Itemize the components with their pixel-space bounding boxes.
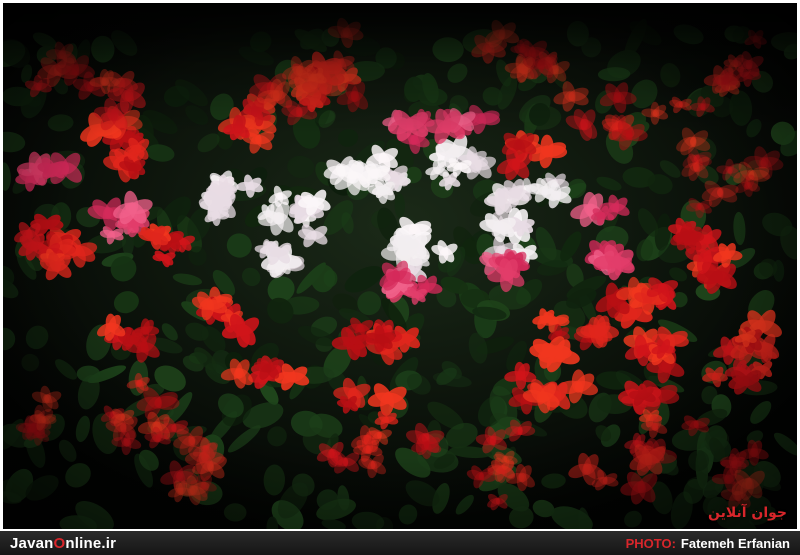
cyclamen-flowerbed-image: [3, 3, 797, 529]
site-logo-accent: O: [53, 534, 66, 552]
caption-bar: Javan O nline.ir PHOTO: Fatemeh Erfanian: [0, 531, 800, 555]
site-logo-part1: Javan: [10, 534, 54, 552]
photo-credit: PHOTO: Fatemeh Erfanian: [626, 536, 790, 551]
flower-photo: جوان آنلاین: [3, 3, 797, 529]
photographer-name: Fatemeh Erfanian: [680, 535, 790, 551]
site-logo[interactable]: Javan O nline.ir: [10, 535, 116, 552]
site-logo-part2: nline.ir: [65, 534, 117, 552]
photo-credit-label: PHOTO:: [625, 535, 676, 551]
watermark-text: جوان آنلاین: [707, 505, 787, 521]
photo-frame: جوان آنلاین Javan O nline.ir PHOTO: Fate…: [0, 0, 800, 555]
